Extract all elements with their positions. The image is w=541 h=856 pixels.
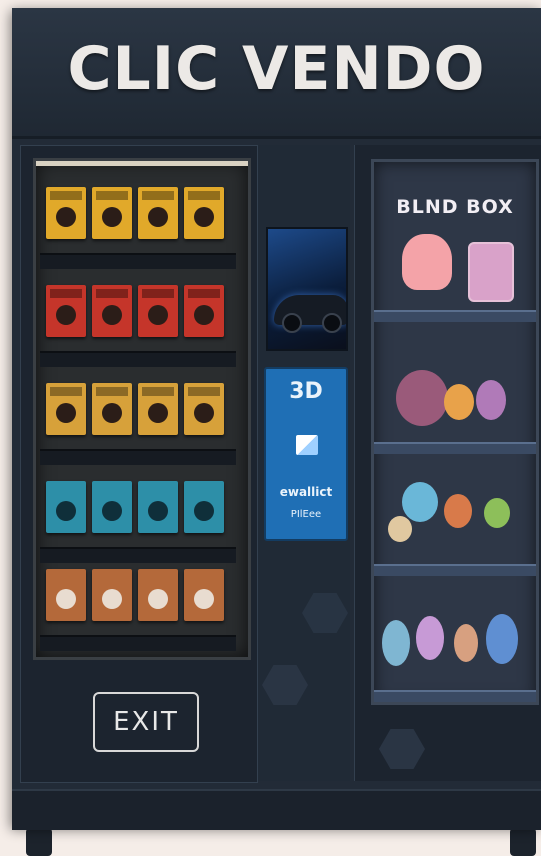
shelf-rail <box>40 253 236 269</box>
machine-base <box>12 789 541 830</box>
exit-button[interactable]: EXIT <box>93 692 199 752</box>
left-product-door: EXIT <box>20 145 258 783</box>
product-box[interactable] <box>138 187 178 239</box>
product-box[interactable] <box>92 285 132 337</box>
product-box[interactable] <box>138 285 178 337</box>
product-box[interactable] <box>138 481 178 533</box>
car-image <box>274 295 346 333</box>
shelf-rail <box>374 310 536 322</box>
machine-leg-right <box>510 828 536 856</box>
brand-title: CLIC VENDO <box>67 34 486 104</box>
shelf-rail <box>374 442 536 454</box>
vending-machine: CLIC VENDO EXIT 3D ewallict PIlEee BLND … <box>12 8 541 830</box>
toy-figure-group[interactable] <box>382 620 410 666</box>
video-screen[interactable] <box>266 227 348 351</box>
info-panel-brand: ewallict <box>279 485 333 499</box>
shelf-rail <box>40 449 236 465</box>
blindbox-shelf-4 <box>374 576 536 702</box>
product-box[interactable] <box>138 383 178 435</box>
machine-body: EXIT 3D ewallict PIlEee BLND BOX <box>12 139 541 789</box>
shelf-rail <box>40 351 236 367</box>
blindbox-shelf-2 <box>374 322 536 454</box>
product-box[interactable] <box>184 187 224 239</box>
product-box[interactable] <box>138 569 178 621</box>
toy-figure-group[interactable] <box>388 516 412 542</box>
toy-figure-group[interactable] <box>444 384 474 420</box>
shelf-3 <box>40 377 236 465</box>
shelf-rail <box>374 564 536 576</box>
product-box[interactable] <box>46 569 86 621</box>
right-blindbox-door: BLND BOX <box>354 145 541 781</box>
blindbox-shelf-1 <box>374 162 536 322</box>
product-box[interactable] <box>92 481 132 533</box>
toy-figure-group[interactable] <box>454 624 478 662</box>
center-control-column: 3D ewallict PIlEee <box>258 145 350 781</box>
product-box[interactable] <box>92 187 132 239</box>
product-box[interactable] <box>46 187 86 239</box>
blindbox-display-window: BLND BOX <box>371 159 539 705</box>
toy-figure-group[interactable] <box>396 370 448 426</box>
shelf-4 <box>40 475 236 563</box>
product-box[interactable] <box>92 569 132 621</box>
product-box[interactable] <box>184 569 224 621</box>
shelf-2 <box>40 279 236 367</box>
machine-header: CLIC VENDO <box>12 8 541 139</box>
info-panel-title: 3D <box>289 379 323 404</box>
shelf-rail <box>374 690 536 702</box>
toy-figure-group[interactable] <box>476 380 506 420</box>
product-display-window <box>33 158 251 660</box>
blindbox-shelf-3 <box>374 454 536 576</box>
shelf-rail <box>40 547 236 563</box>
product-box[interactable] <box>184 383 224 435</box>
hexagon-decoration <box>302 593 348 633</box>
toy-figure-group[interactable] <box>416 616 444 660</box>
product-box[interactable] <box>92 383 132 435</box>
window-light-strip <box>36 161 248 166</box>
toy-figure-group[interactable] <box>444 494 472 528</box>
toy-figure-boxed[interactable] <box>468 242 514 302</box>
qr-code-icon[interactable] <box>296 435 318 455</box>
product-box[interactable] <box>184 285 224 337</box>
hexagon-decoration <box>379 729 425 769</box>
info-panel-footer: PIlEee <box>290 509 322 520</box>
toy-figure-cat[interactable] <box>402 234 452 290</box>
product-box[interactable] <box>46 383 86 435</box>
product-box[interactable] <box>46 481 86 533</box>
hexagon-decoration <box>262 665 308 705</box>
toy-figure-group[interactable] <box>486 614 518 664</box>
toy-figure-group[interactable] <box>484 498 510 528</box>
shelf-rail <box>40 635 236 651</box>
product-box[interactable] <box>184 481 224 533</box>
machine-leg-left <box>26 828 52 856</box>
shelf-5 <box>40 563 236 651</box>
payment-info-panel[interactable]: 3D ewallict PIlEee <box>264 367 348 541</box>
toy-figure-group[interactable] <box>402 482 438 522</box>
product-box[interactable] <box>46 285 86 337</box>
shelf-1 <box>40 181 236 269</box>
